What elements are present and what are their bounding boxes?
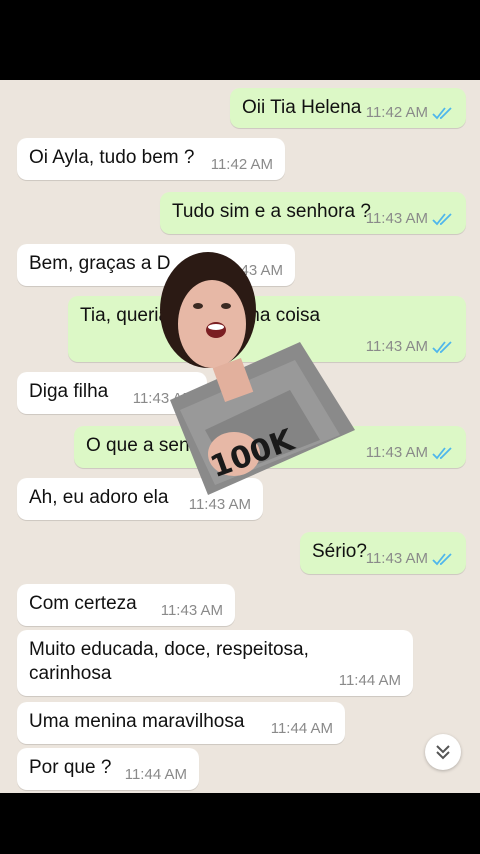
message-incoming[interactable]: Uma menina maravilhosa 11:44 AM (17, 702, 345, 744)
person-photo-overlay: 100K (160, 252, 355, 495)
message-time: 11:44 AM (270, 720, 333, 737)
message-outgoing[interactable]: Sério? 11:43 AM (300, 532, 466, 574)
message-time: 11:43 AM (160, 602, 223, 619)
message-time: 11:44 AM (124, 766, 187, 783)
message-text: Muito educada, doce, respeitosa, carinho… (29, 639, 309, 684)
top-black-bar (0, 0, 480, 80)
bottom-black-bar (0, 793, 480, 854)
double-check-icon (432, 552, 452, 565)
message-incoming[interactable]: Oi Ayla, tudo bem ? 11:42 AM (17, 138, 285, 180)
double-check-icon (432, 106, 452, 119)
double-check-icon (432, 340, 452, 353)
message-time: 11:42 AM (365, 104, 428, 121)
message-time: 11:43 AM (365, 444, 428, 461)
message-time: 11:43 AM (365, 550, 428, 567)
message-outgoing[interactable]: Tudo sim e a senhora ? 11:43 AM (160, 192, 466, 234)
double-check-icon (432, 212, 452, 225)
message-time: 11:43 AM (365, 210, 428, 227)
double-check-icon (432, 446, 452, 459)
message-incoming[interactable]: Muito educada, doce, respeitosa, carinho… (17, 630, 413, 696)
message-incoming[interactable]: Com certeza 11:43 AM (17, 584, 235, 626)
message-time: 11:44 AM (338, 672, 401, 689)
message-outgoing[interactable]: Oii Tia Helena 11:42 AM (230, 88, 466, 128)
message-time: 11:43 AM (365, 338, 428, 355)
scroll-to-bottom-button[interactable] (425, 734, 461, 770)
double-chevron-down-icon (436, 745, 450, 760)
message-time: 11:42 AM (210, 156, 273, 173)
message-incoming[interactable]: Por que ? 11:44 AM (17, 748, 199, 790)
